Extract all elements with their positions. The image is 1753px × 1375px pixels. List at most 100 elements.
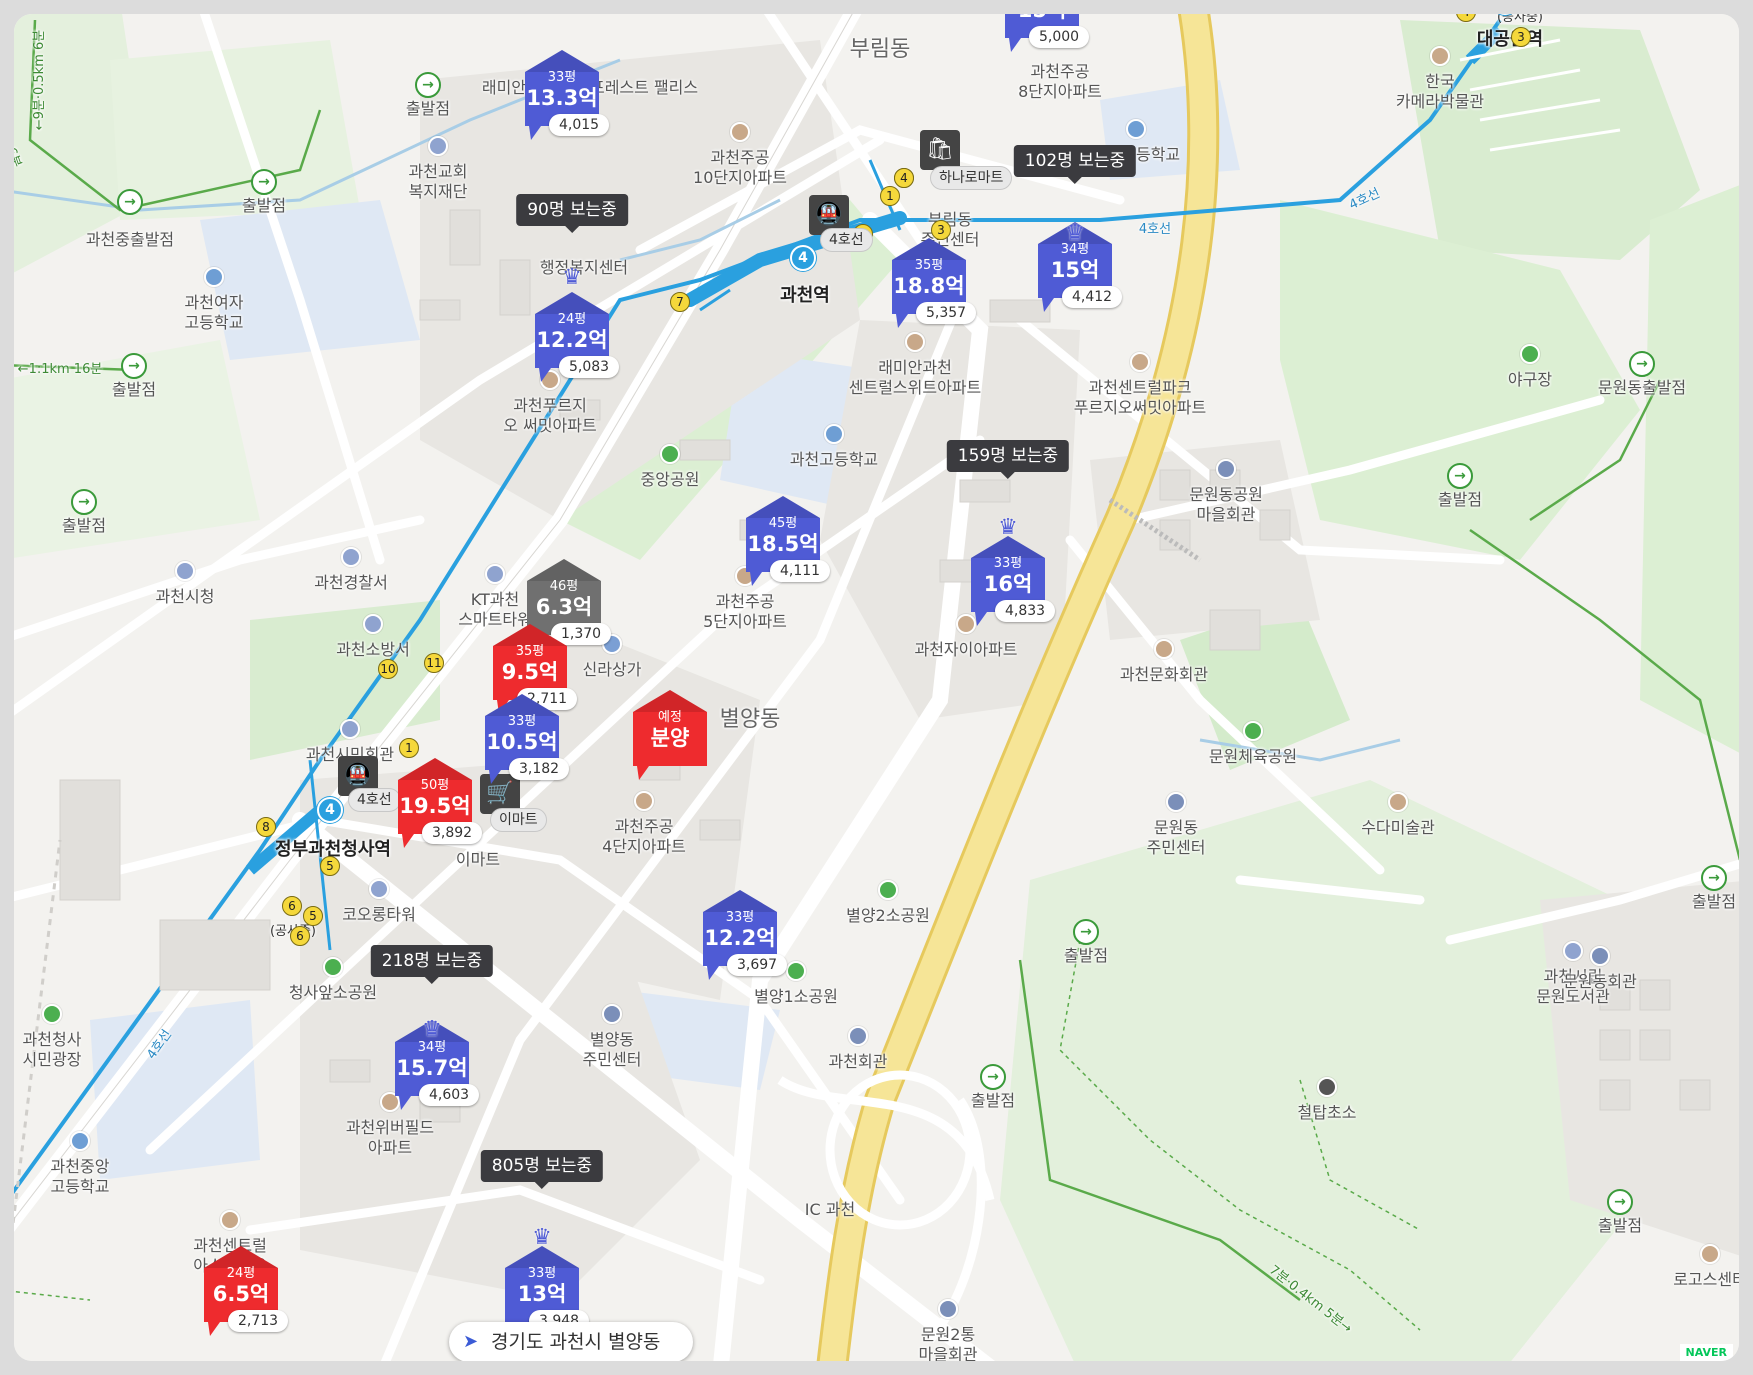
map-poi-label[interactable]: 신라상가: [583, 660, 642, 680]
trail-start-icon[interactable]: →: [1629, 351, 1655, 377]
map-poi-label[interactable]: 수다미술관: [1361, 818, 1435, 838]
marker-area-size: 46평: [549, 579, 579, 594]
apartment-price-marker[interactable]: 33평 12.2억 3,697: [701, 888, 788, 980]
trail-start-label[interactable]: 출발점: [971, 1091, 1015, 1111]
map-poi-label[interactable]: 로고스센터: [1673, 1270, 1739, 1290]
marker-house-shape: 33평 10.5억 3,182: [483, 692, 570, 784]
trail-start-label[interactable]: 출발점: [62, 516, 106, 536]
trail-start-label[interactable]: 출발점: [1438, 490, 1482, 510]
trail-start-icon[interactable]: →: [251, 169, 277, 195]
apartment-price-marker[interactable]: 33평 10.5억 3,182: [483, 692, 570, 784]
apartment-price-marker[interactable]: 35평 18.8억 5,357: [890, 236, 977, 328]
map-poi-label[interactable]: 문원동 주민센터: [1147, 818, 1206, 858]
trail-start-label[interactable]: 출발점: [1692, 892, 1736, 912]
facility-tag-label[interactable]: 4호선: [348, 788, 401, 812]
subway-line-label[interactable]: 4호선: [1139, 220, 1171, 240]
map-poi-label-line: 오 써밋아파트: [503, 416, 597, 435]
map-poi-label[interactable]: IC 과천: [805, 1200, 855, 1220]
facility-tag-label[interactable]: 4호선: [820, 228, 873, 252]
district-label[interactable]: 부림동: [850, 39, 911, 61]
map-poi-label[interactable]: 과천센트럴파크 푸르지오써밋아파트: [1074, 378, 1206, 418]
map-poi-label[interactable]: 과천고등학교: [790, 450, 878, 470]
map-poi-label[interactable]: 과천자이아파트: [914, 640, 1017, 660]
map-poi-label[interactable]: 별양2소공원: [846, 906, 930, 926]
viewers-count-tooltip[interactable]: 159명 보는중: [946, 440, 1070, 479]
station-label[interactable]: 과천역: [780, 286, 830, 306]
map-poi-label[interactable]: 래미안과천 센트럴스위트아파트: [849, 358, 981, 398]
map-poi-label-icon: [1130, 352, 1150, 372]
apartment-price-marker[interactable]: 15억 5,000: [1003, 14, 1090, 52]
trail-distance-label[interactable]: ←9분·0.5km 6분: [30, 30, 50, 131]
trail-start-icon[interactable]: →: [121, 353, 147, 379]
map-poi-label[interactable]: 청사앞소공원: [289, 983, 377, 1003]
station-exit-number: 4: [894, 168, 914, 188]
map-poi-label[interactable]: 과천여자 고등학교: [185, 293, 244, 333]
district-label[interactable]: 별양동: [720, 709, 781, 731]
trail-start-icon[interactable]: →: [1607, 1189, 1633, 1215]
map-poi-label[interactable]: 문원체육공원: [1209, 747, 1297, 767]
facility-tag-label[interactable]: 하나로마트: [930, 166, 1013, 190]
map-poi-label[interactable]: 과천위버필드 아파트: [346, 1118, 434, 1158]
viewers-count-tooltip[interactable]: 218명 보는중: [370, 945, 494, 984]
map-poi-label[interactable]: 과천교회 복지재단: [409, 162, 468, 202]
map-poi-label[interactable]: 과천소방서: [336, 640, 410, 660]
map-frame[interactable]: 부림동별양동과천역정부과천청사역대공원역4호선4호선4호선(공사중)(공사중)래…: [14, 14, 1739, 1361]
shopping-bag-icon[interactable]: 🛍: [920, 130, 960, 170]
trail-start-icon[interactable]: →: [1701, 865, 1727, 891]
map-poi-label[interactable]: 철탑초소: [1298, 1103, 1357, 1123]
map-poi-label[interactable]: 행정복지센터: [540, 258, 628, 278]
map-poi-label[interactable]: 과천회관: [829, 1052, 888, 1072]
viewers-count-tooltip[interactable]: 805명 보는중: [480, 1150, 604, 1189]
map-poi-label[interactable]: 과천중출발점: [86, 230, 174, 250]
marker-price: 15억: [1050, 258, 1100, 282]
map-poi-label[interactable]: 이마트: [456, 850, 500, 870]
apartment-price-marker[interactable]: 50평 19.5억 3,892: [396, 756, 483, 848]
map-poi-label[interactable]: 과천시청: [156, 587, 215, 607]
map-poi-label[interactable]: 별양1소공원: [754, 987, 838, 1007]
map-poi-label[interactable]: 야구장: [1508, 370, 1552, 390]
map-poi-label[interactable]: 문원동회관: [1563, 972, 1637, 992]
trail-start-icon[interactable]: →: [71, 489, 97, 515]
trail-start-label[interactable]: 출발점: [112, 380, 156, 400]
map-view[interactable]: 부림동별양동과천역정부과천청사역대공원역4호선4호선4호선(공사중)(공사중)래…: [0, 0, 1753, 1375]
station-label[interactable]: 대공원역: [1477, 30, 1543, 50]
map-poi-label[interactable]: 문원동공원 마을회관: [1189, 485, 1263, 525]
map-poi-label[interactable]: 과천문화회관: [1120, 665, 1208, 685]
apartment-price-marker[interactable]: 24평 6.5억 2,713: [202, 1244, 289, 1336]
map-poi-label[interactable]: 중앙공원: [641, 470, 700, 490]
map-poi-label[interactable]: 문원2통 마을회관: [919, 1325, 978, 1361]
trail-start-label[interactable]: 문원동출발점: [1598, 378, 1686, 398]
trail-start-icon[interactable]: →: [1073, 919, 1099, 945]
trail-start-icon[interactable]: →: [980, 1064, 1006, 1090]
trail-start-icon[interactable]: →: [117, 189, 143, 215]
viewers-count-tooltip[interactable]: 102명 보는중: [1013, 145, 1137, 184]
trail-start-icon[interactable]: →: [415, 72, 441, 98]
trail-start-label[interactable]: 출발점: [242, 196, 286, 216]
map-poi-label[interactable]: 한국 카메라박물관: [1396, 72, 1484, 112]
apartment-price-marker[interactable]: 33평 16억 4,833: [969, 534, 1056, 626]
marker-house-shape: 33평 13.3억 4,015: [523, 48, 610, 140]
map-poi-label[interactable]: 과천청사 시민광장: [23, 1030, 82, 1070]
map-poi-label[interactable]: 코오롱타워: [342, 905, 416, 925]
trail-start-icon[interactable]: →: [1447, 463, 1473, 489]
current-location-bar[interactable]: ➤ 경기도 과천시 별양동: [449, 1322, 693, 1361]
map-poi-label[interactable]: 과천주공 8단지아파트: [1018, 62, 1102, 102]
apartment-price-marker[interactable]: 33평 13.3억 4,015: [523, 48, 610, 140]
map-poi-label[interactable]: 과천경찰서: [314, 573, 388, 593]
map-poi-label[interactable]: 과천주공 4단지아파트: [602, 817, 686, 857]
construction-label[interactable]: (공사중): [1497, 14, 1543, 28]
map-poi-label[interactable]: 과천중앙 고등학교: [51, 1157, 110, 1197]
trail-start-label[interactable]: 출발점: [1064, 946, 1108, 966]
trail-start-label[interactable]: 출발점: [1598, 1216, 1642, 1236]
facility-tag-label[interactable]: 이마트: [490, 808, 547, 832]
map-poi-label[interactable]: 과천주공 10단지아파트: [693, 148, 787, 188]
map-poi-label[interactable]: 과천주공 5단지아파트: [703, 592, 787, 632]
trail-start-label[interactable]: 출발점: [406, 99, 450, 119]
trail-distance-label[interactable]: ←1:1km 16분: [18, 360, 103, 380]
map-poi-label[interactable]: 과천푸르지 오 써밋아파트: [503, 396, 596, 436]
map-poi-label[interactable]: 별양동 주민센터: [583, 1030, 642, 1070]
apartment-price-marker[interactable]: 예정 분양: [631, 688, 709, 780]
viewers-count-tooltip[interactable]: 90명 보는중: [516, 194, 628, 233]
apartment-price-marker[interactable]: 24평 12.2억 5,083: [533, 290, 620, 382]
apartment-price-marker[interactable]: 45평 18.5억 4,111: [744, 494, 831, 586]
